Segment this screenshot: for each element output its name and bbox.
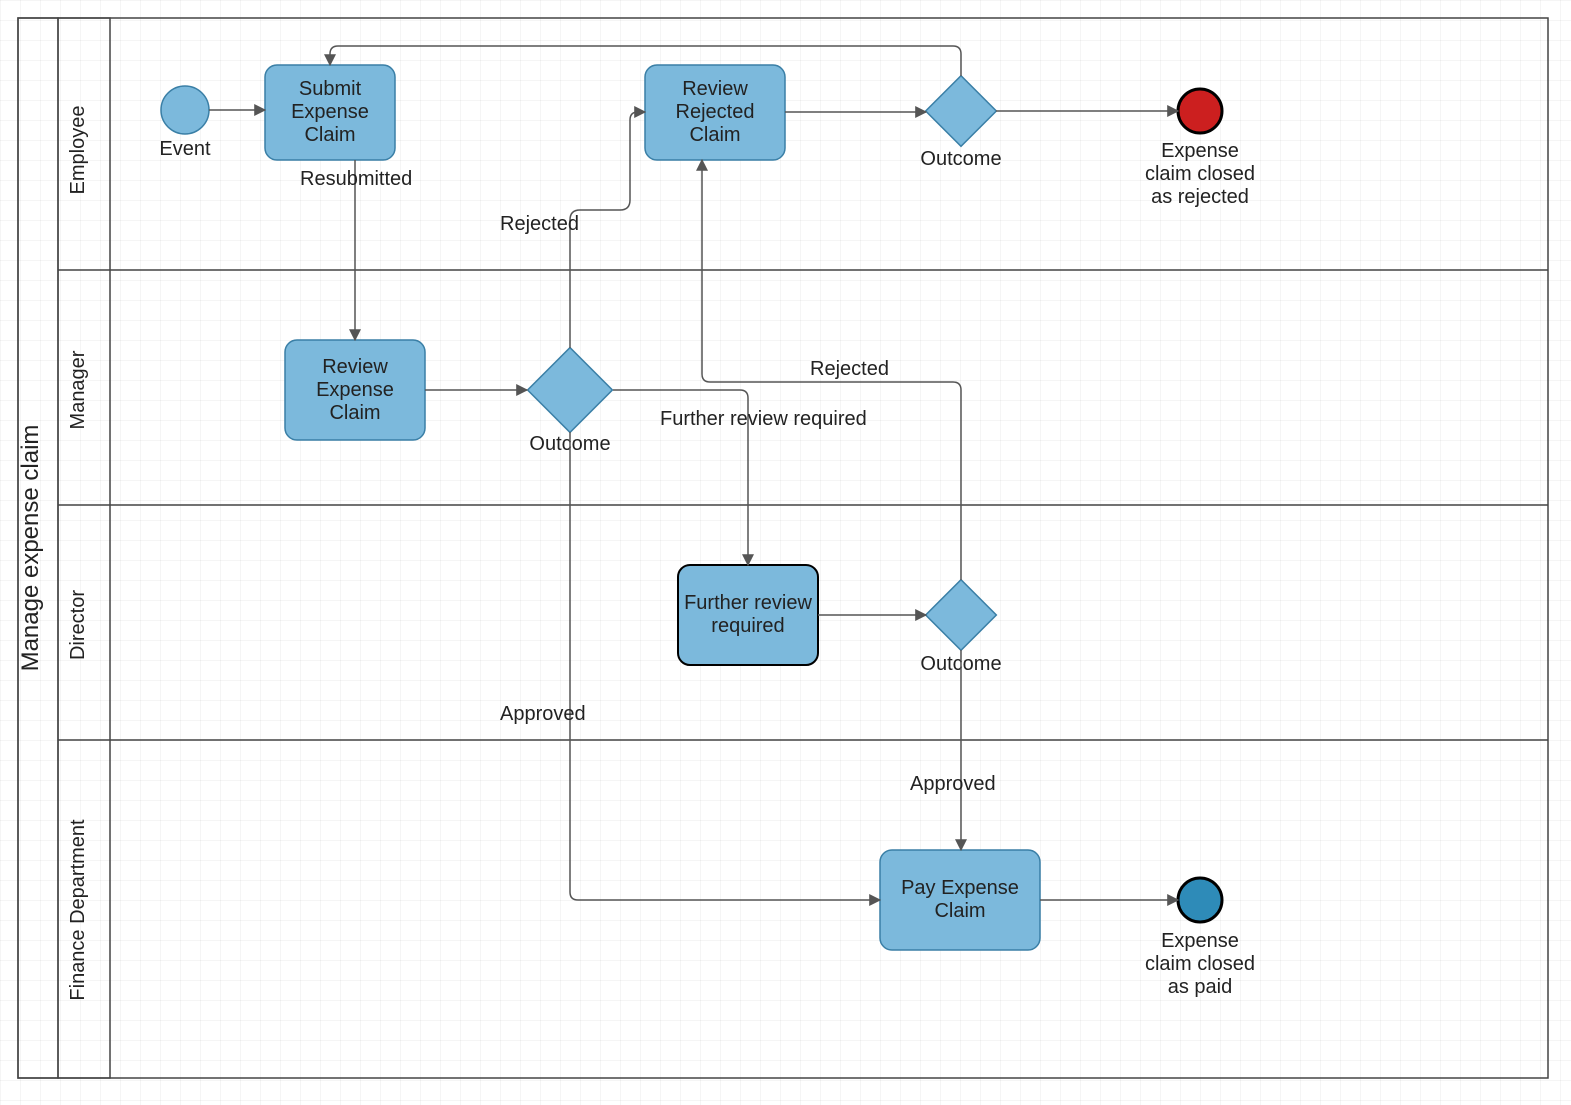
lane-title-finance: Finance Department: [67, 819, 89, 1001]
edge-label-approved: Approved: [500, 703, 586, 725]
task-submit-claim-label: Submit Expense Claim: [265, 65, 395, 160]
bpmn-diagram: Manage expense claim Employee Manager Di…: [0, 0, 1571, 1105]
gateway-employee[interactable]: [926, 76, 997, 147]
gateway-director[interactable]: [926, 580, 997, 651]
task-review-claim-label: Review Expense Claim: [285, 340, 425, 440]
edge-label-approved2: Approved: [910, 773, 996, 795]
lane-title-manager: Manager: [67, 350, 89, 429]
edge-label-rejected: Rejected: [500, 213, 579, 235]
task-further-review-label: Further review required: [678, 565, 818, 665]
end-event-rejected-label: Expense claim closed as rejected: [1140, 140, 1260, 209]
lane-title-director: Director: [67, 590, 89, 660]
pool-title: Manage expense claim: [17, 425, 44, 672]
edge-label-rejected2: Rejected: [810, 358, 889, 380]
lane-title-employee: Employee: [67, 106, 89, 195]
end-event-rejected[interactable]: [1178, 89, 1222, 133]
start-event-label: Event: [159, 138, 211, 160]
gateway-employee-label: Outcome: [920, 148, 1001, 170]
task-pay-claim-label: Pay Expense Claim: [880, 850, 1040, 950]
end-event-paid-label: Expense claim closed as paid: [1140, 930, 1260, 999]
diagram-canvas: Manage expense claim Employee Manager Di…: [0, 0, 1571, 1105]
task-review-rejected-label: Review Rejected Claim: [645, 65, 785, 160]
edge-gwmanager-rejected: [570, 112, 645, 348]
start-event[interactable]: [161, 86, 209, 134]
edge-label-further: Further review required: [660, 408, 867, 430]
gateway-manager[interactable]: [528, 348, 613, 433]
pool-container: [18, 18, 1548, 1078]
edge-label-resubmitted: Resubmitted: [300, 168, 412, 190]
end-event-paid[interactable]: [1178, 878, 1222, 922]
